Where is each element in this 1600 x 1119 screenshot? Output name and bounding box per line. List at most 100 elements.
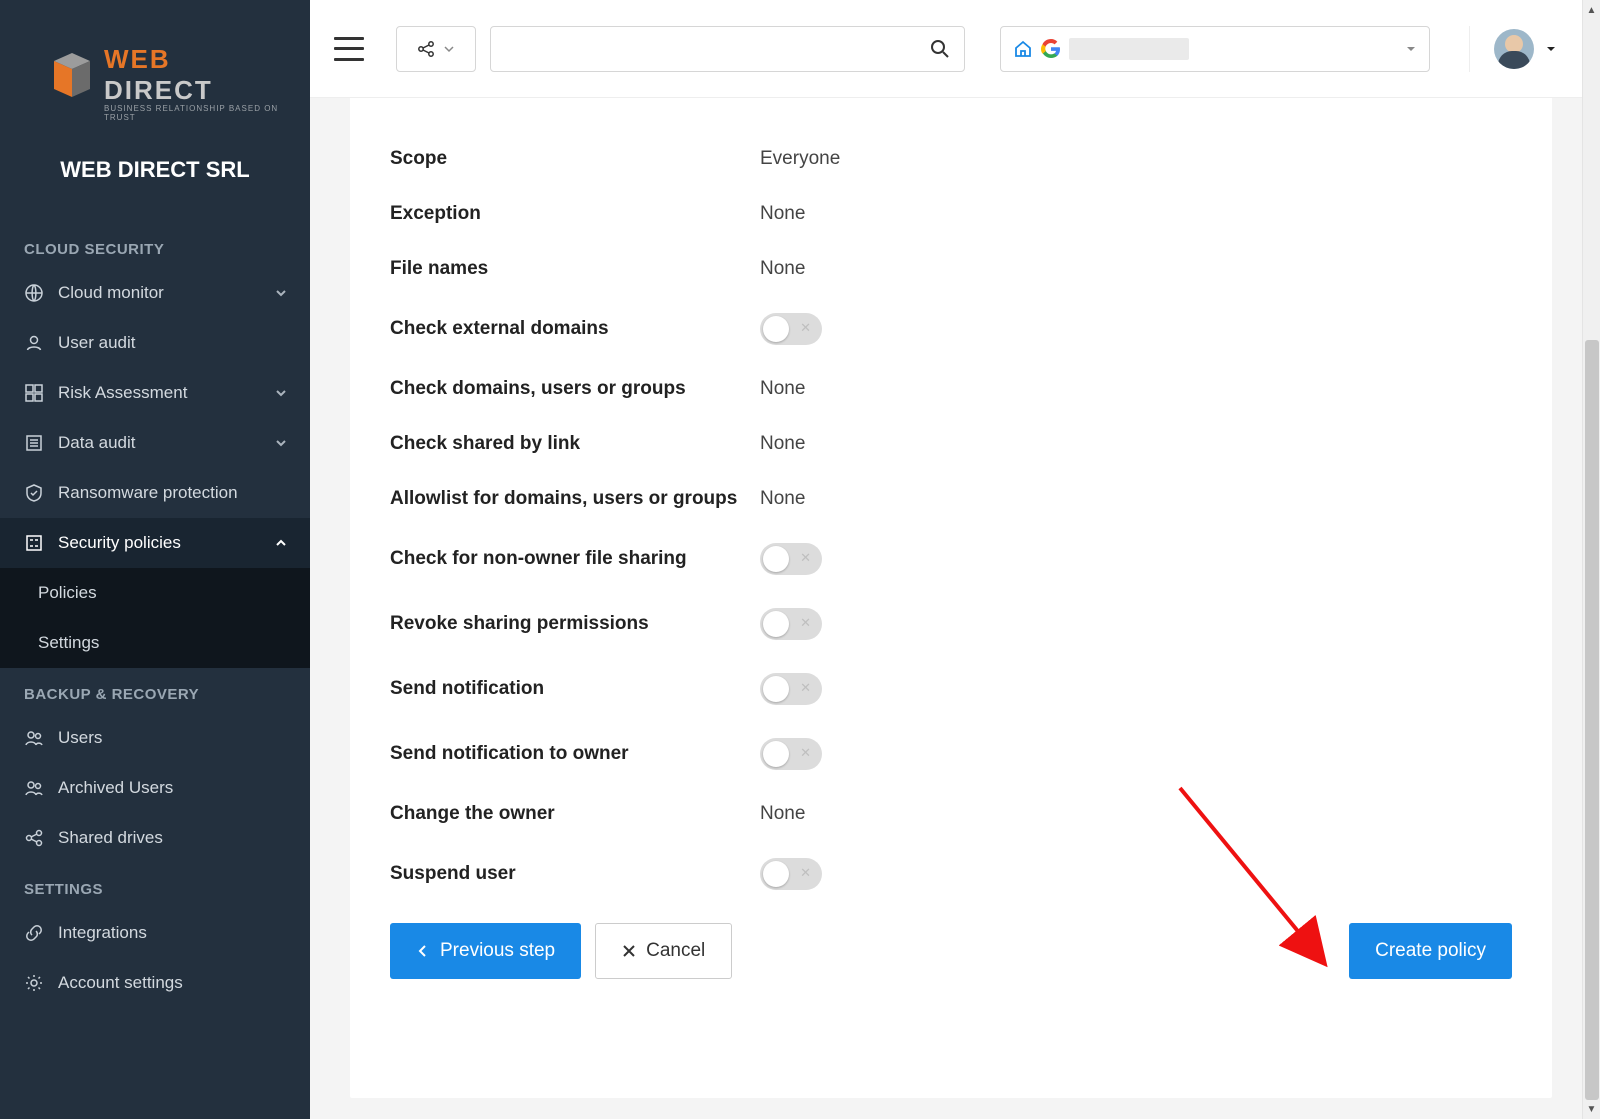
form-label: Allowlist for domains, users or groups — [390, 488, 760, 510]
cancel-button[interactable]: Cancel — [595, 923, 732, 979]
button-label: Create policy — [1375, 940, 1486, 962]
form-value: None — [760, 488, 805, 510]
button-row: Previous step Cancel Create policy — [390, 923, 1512, 979]
logo-text-2: DIRECT — [104, 75, 213, 105]
list-check-icon — [24, 533, 44, 553]
policy-card: Scope Everyone Exception None File names… — [350, 98, 1552, 1098]
share-icon — [24, 828, 44, 848]
sidebar-item-users[interactable]: Users — [0, 713, 310, 763]
sidebar: WEB DIRECT BUSINESS RELATIONSHIP BASED O… — [0, 0, 310, 1119]
google-icon — [1041, 39, 1061, 59]
topbar — [310, 0, 1582, 98]
chevron-left-icon — [416, 944, 430, 958]
toggle-check-external-domains[interactable] — [760, 313, 822, 345]
search-box[interactable] — [490, 26, 965, 72]
sidebar-item-account-settings[interactable]: Account settings — [0, 958, 310, 1008]
previous-step-button[interactable]: Previous step — [390, 923, 581, 979]
button-label: Previous step — [440, 940, 555, 962]
form-row-check-non-owner-sharing: Check for non-owner file sharing — [390, 543, 1512, 575]
users-icon — [24, 728, 44, 748]
toggle-check-non-owner-sharing[interactable] — [760, 543, 822, 575]
form-row-send-notification: Send notification — [390, 673, 1512, 705]
sidebar-item-shared-drives[interactable]: Shared drives — [0, 813, 310, 863]
close-icon — [622, 944, 636, 958]
list-icon — [24, 433, 44, 453]
logo-subtitle: BUSINESS RELATIONSHIP BASED ON TRUST — [104, 104, 280, 122]
address-dropdown[interactable] — [1000, 26, 1430, 72]
search-icon[interactable] — [930, 39, 950, 59]
sidebar-item-user-audit[interactable]: User audit — [0, 318, 310, 368]
form-row-send-notification-owner: Send notification to owner — [390, 738, 1512, 770]
sidebar-item-label: Data audit — [58, 433, 136, 453]
sidebar-item-label: Ransomware protection — [58, 483, 238, 503]
share-dropdown[interactable] — [396, 26, 476, 72]
sidebar-subitem-policies[interactable]: Policies — [0, 568, 310, 618]
sidebar-item-integrations[interactable]: Integrations — [0, 908, 310, 958]
sidebar-item-label: Risk Assessment — [58, 383, 187, 403]
sidebar-item-data-audit[interactable]: Data audit — [0, 418, 310, 468]
sidebar-item-label: Users — [58, 728, 102, 748]
form-row-check-domains-users-groups: Check domains, users or groups None — [390, 378, 1512, 400]
section-header-settings: SETTINGS — [0, 863, 310, 908]
avatar — [1494, 29, 1534, 69]
form-label: Check external domains — [390, 318, 760, 340]
sidebar-item-label: Archived Users — [58, 778, 173, 798]
search-input[interactable] — [505, 40, 930, 58]
sidebar-item-cloud-monitor[interactable]: Cloud monitor — [0, 268, 310, 318]
form-row-allowlist: Allowlist for domains, users or groups N… — [390, 488, 1512, 510]
form-row-scope: Scope Everyone — [390, 148, 1512, 170]
section-header-cloud-security: CLOUD SECURITY — [0, 223, 310, 268]
share-icon — [417, 40, 435, 58]
scroll-down-button[interactable]: ▼ — [1583, 1099, 1600, 1119]
form-row-change-owner: Change the owner None — [390, 803, 1512, 825]
sidebar-item-label: User audit — [58, 333, 135, 353]
toggle-revoke-sharing[interactable] — [760, 608, 822, 640]
form-row-exception: Exception None — [390, 203, 1512, 225]
scroll-thumb[interactable] — [1585, 340, 1599, 1100]
home-icon — [1013, 39, 1033, 59]
logo: WEB DIRECT BUSINESS RELATIONSHIP BASED O… — [0, 0, 310, 137]
create-policy-button[interactable]: Create policy — [1349, 923, 1512, 979]
form-value: None — [760, 258, 805, 280]
content-wrap: Scope Everyone Exception None File names… — [350, 98, 1552, 1119]
sidebar-subitem-settings[interactable]: Settings — [0, 618, 310, 668]
scroll-up-button[interactable]: ▲ — [1583, 0, 1600, 20]
user-menu[interactable] — [1469, 26, 1558, 72]
sidebar-item-label: Integrations — [58, 923, 147, 943]
toggle-send-notification[interactable] — [760, 673, 822, 705]
sidebar-item-label: Shared drives — [58, 828, 163, 848]
sidebar-item-ransomware-protection[interactable]: Ransomware protection — [0, 468, 310, 518]
org-name: WEB DIRECT SRL — [0, 157, 310, 183]
form-label: Check shared by link — [390, 433, 760, 455]
sidebar-item-security-policies[interactable]: Security policies — [0, 518, 310, 568]
form-label: Check for non-owner file sharing — [390, 548, 760, 570]
section-header-backup-recovery: BACKUP & RECOVERY — [0, 668, 310, 713]
toggle-send-notification-owner[interactable] — [760, 738, 822, 770]
form-value: Everyone — [760, 148, 840, 170]
shield-icon — [24, 483, 44, 503]
form-label: Exception — [390, 203, 760, 225]
link-icon — [24, 923, 44, 943]
form-label: Scope — [390, 148, 760, 170]
form-label: Revoke sharing permissions — [390, 613, 760, 635]
chevron-down-icon — [274, 436, 288, 450]
globe-icon — [24, 283, 44, 303]
logo-text-1: WEB — [104, 44, 171, 74]
hamburger-button[interactable] — [334, 37, 364, 61]
user-icon — [24, 333, 44, 353]
sidebar-subitem-label: Policies — [38, 583, 97, 602]
form-row-check-external-domains: Check external domains — [390, 313, 1512, 345]
form-label: Check domains, users or groups — [390, 378, 760, 400]
sidebar-item-label: Cloud monitor — [58, 283, 164, 303]
toggle-suspend-user[interactable] — [760, 858, 822, 890]
chevron-down-icon — [274, 286, 288, 300]
gear-icon — [24, 973, 44, 993]
vertical-scrollbar[interactable]: ▲ ▼ — [1582, 0, 1600, 1119]
sidebar-item-archived-users[interactable]: Archived Users — [0, 763, 310, 813]
button-label: Cancel — [646, 940, 705, 962]
form-value: None — [760, 378, 805, 400]
sidebar-item-risk-assessment[interactable]: Risk Assessment — [0, 368, 310, 418]
chevron-down-icon — [274, 386, 288, 400]
form-row-file-names: File names None — [390, 258, 1512, 280]
form-label: Suspend user — [390, 863, 760, 885]
